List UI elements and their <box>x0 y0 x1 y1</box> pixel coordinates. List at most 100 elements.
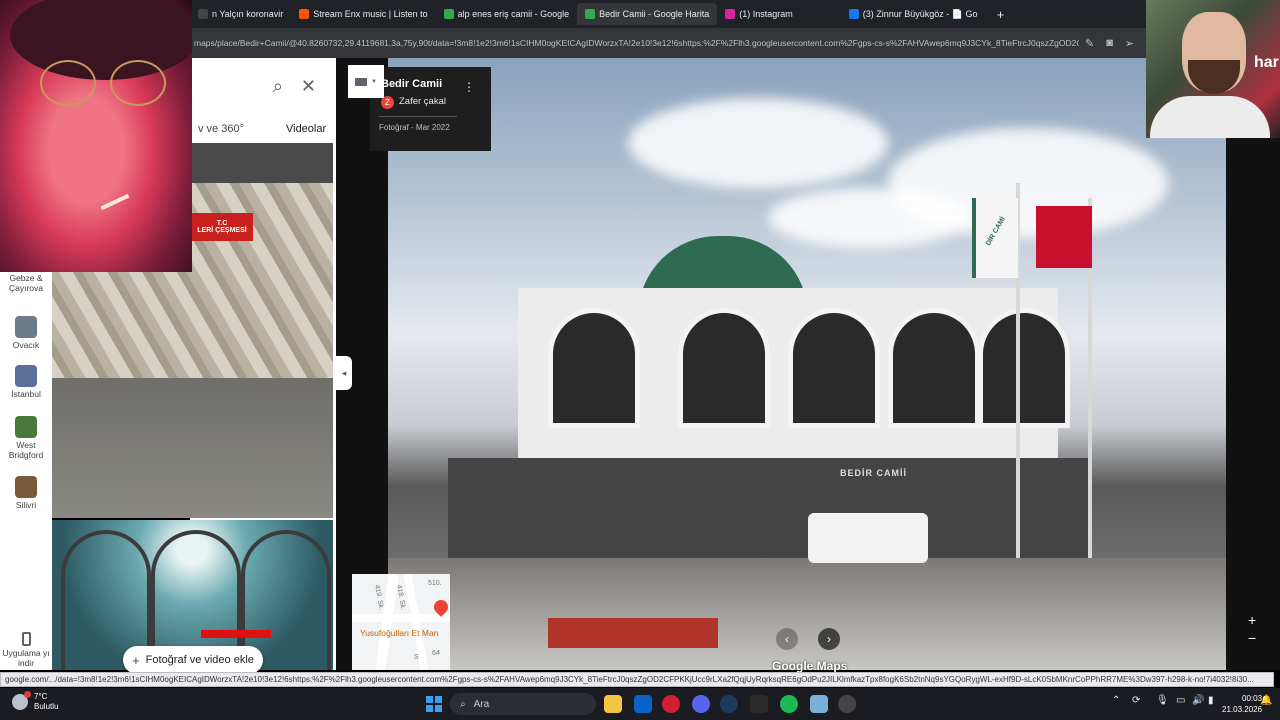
tab-videos[interactable]: Videolar <box>286 123 326 135</box>
street-label: 418. Sk. <box>395 584 407 611</box>
camera-icon[interactable]: ◙ <box>1106 37 1113 50</box>
tray-chevron-icon[interactable]: ⌃ <box>1112 695 1120 706</box>
add-photo-video-button[interactable]: + Fotoğraf ve video ekle <box>123 646 263 674</box>
place-thumbnail <box>15 416 37 438</box>
url-field[interactable]: maps/place/Bedir+Camii/@40.8260732,29.41… <box>194 38 1079 48</box>
zoom-in-button[interactable]: + <box>1248 612 1256 628</box>
app-icon[interactable] <box>810 695 828 713</box>
rail-item-silivri[interactable]: Silivri <box>0 476 52 511</box>
edit-icon[interactable]: ✎ <box>1085 37 1094 50</box>
outlook-icon[interactable] <box>634 695 652 713</box>
turkish-flag <box>1036 206 1092 268</box>
place-thumbnail <box>15 365 37 387</box>
mosque-window <box>888 308 980 428</box>
clock[interactable]: 00:03 21.03.2026 <box>1222 693 1262 715</box>
next-arrow-icon[interactable]: › <box>818 628 840 650</box>
red-sign: T.C LERİ ÇEŞMESİ <box>191 213 253 241</box>
status-url-tooltip: google.com/.../data=!3m8!1e2!3m6!1sCIHM0… <box>0 672 1274 687</box>
tab-alp-enes[interactable]: alp enes eriş camii - Google <box>436 3 578 25</box>
street-label: 419. Sk. <box>373 584 385 611</box>
floor <box>51 378 333 518</box>
van <box>808 513 928 563</box>
rail-label: Ovacık <box>12 340 40 350</box>
street-view-photo[interactable]: BEDİR CAMİİ DİR CAMİ <box>388 58 1226 670</box>
file-explorer-icon[interactable] <box>604 695 622 713</box>
microphone-icon[interactable]: 🎙 <box>1156 695 1169 706</box>
google-maps-logo: Google Maps <box>772 659 848 673</box>
rail-item-west-bridgford[interactable]: West Bridgford <box>0 416 52 461</box>
maps-pin-icon <box>585 9 596 19</box>
zoom-out-button[interactable]: − <box>1248 630 1256 646</box>
download-app-button[interactable]: Uygulama yı indir <box>0 632 52 669</box>
opera-icon[interactable] <box>662 695 680 713</box>
speaker-icon[interactable]: 🔊 <box>1192 695 1204 706</box>
map-road <box>352 614 450 622</box>
tab-stream[interactable]: Stream Enx music | Listen to <box>291 3 435 25</box>
cloud <box>768 188 968 248</box>
tab-street-view-360[interactable]: v ve 360° <box>198 123 244 135</box>
red-light <box>201 630 271 638</box>
previous-arrow-icon[interactable]: ‹ <box>776 628 798 650</box>
collapse-panel-button[interactable]: ◂ <box>336 356 352 390</box>
minimap[interactable]: 510. 419. Sk. 418. Sk. 64 S Yusufoğullar… <box>352 574 450 670</box>
tab-yalcin[interactable]: n Yalçın koronavir <box>190 3 291 25</box>
hair <box>10 0 192 80</box>
tab-label: (3) Zinnur Büyükgöz - 📄 Go <box>862 8 978 19</box>
tab-instagram[interactable]: (1) Instagram <box>717 3 801 25</box>
network-icon[interactable]: ▭ <box>1176 695 1185 706</box>
steam-icon[interactable] <box>720 695 738 713</box>
rail-label: Silivri <box>15 500 37 510</box>
notification-icon[interactable]: 🔔 <box>1260 695 1272 706</box>
soundcloud-icon <box>299 9 310 19</box>
street-label: 64 <box>432 650 440 657</box>
tab-label: (1) Instagram <box>739 9 793 19</box>
glasses <box>110 60 166 106</box>
add-photo-label: Fotoğraf ve video ekle <box>145 654 254 666</box>
mosque-lower-floor <box>448 458 1088 568</box>
rail-label: Gebze & Çayırova <box>8 273 43 293</box>
layer-toggle-button[interactable]: ▼ <box>348 65 384 98</box>
tab-label: n Yalçın koronavir <box>212 9 284 19</box>
windows-start-icon[interactable] <box>426 696 442 712</box>
webcam-overlay-right: har <box>1146 0 1280 138</box>
maps-pin-icon <box>443 9 454 19</box>
search-icon: ⌕ <box>460 698 466 710</box>
photo-date: Fotoğraf - Mar 2022 <box>379 123 450 132</box>
temperature: 7°C <box>34 692 48 701</box>
search-row: ⌕ ✕ <box>190 58 336 114</box>
chatgpt-icon[interactable] <box>838 695 856 713</box>
photo-tabs: v ve 360° Videolar <box>190 114 336 144</box>
discord-icon[interactable] <box>692 695 710 713</box>
building-sign: BEDİR CAMİİ <box>840 468 907 478</box>
mosque-window <box>788 308 880 428</box>
taskbar-search[interactable]: ⌕ Ara <box>450 693 596 715</box>
epic-games-icon[interactable] <box>750 695 768 713</box>
weather-widget[interactable]: 7°C Bulutlu <box>12 691 58 712</box>
spotify-icon[interactable] <box>780 695 798 713</box>
more-options-icon[interactable]: ⋮ <box>463 80 475 94</box>
tray-app-icon[interactable]: ⟳ <box>1132 695 1140 706</box>
battery-icon[interactable]: ▮ <box>1208 695 1214 706</box>
layer-icon <box>355 77 368 86</box>
shirt <box>1150 96 1270 138</box>
place-title[interactable]: Bedir Camii <box>381 78 442 90</box>
rail-item-gebze[interactable]: Gebze & Çayırova <box>0 273 52 294</box>
close-icon[interactable]: ✕ <box>301 76 316 97</box>
rail-item-istanbul[interactable]: İstanbul <box>0 365 52 400</box>
tab-label: Stream Enx music | Listen to <box>313 9 428 19</box>
map-place-label: Yusufoğulları Et Man <box>360 628 439 638</box>
date: 21.03.2026 <box>1222 705 1263 714</box>
photo-author[interactable]: Zafer çakal <box>399 96 446 107</box>
rail-item-ovacik[interactable]: Ovacık <box>0 316 52 351</box>
mosque-window <box>678 308 770 428</box>
tab-favicon <box>198 9 208 19</box>
tab-facebook[interactable]: (3) Zinnur Büyükgöz - 📄 Go <box>841 3 986 25</box>
chevron-down-icon: ▼ <box>371 78 377 85</box>
screen: n Yalçın koronavir Stream Enx music | Li… <box>0 0 1280 720</box>
rail-label: West Bridgford <box>8 440 44 460</box>
tab-bedir-camii[interactable]: Bedir Camii - Google Harita <box>577 3 718 25</box>
send-icon[interactable]: ➢ <box>1125 37 1134 50</box>
search-icon[interactable]: ⌕ <box>273 76 283 97</box>
facebook-icon <box>848 9 859 19</box>
new-tab-button[interactable]: + <box>992 5 1010 23</box>
